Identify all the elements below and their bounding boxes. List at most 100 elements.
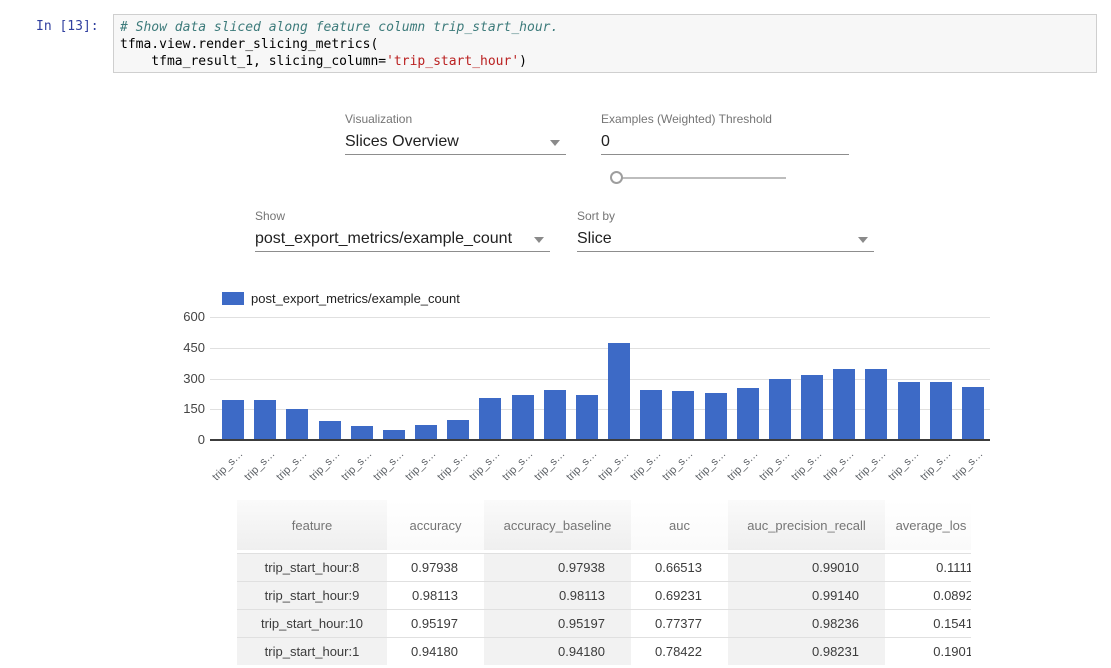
bar-11[interactable] <box>576 395 598 439</box>
bar-17[interactable] <box>769 379 791 439</box>
bar-1[interactable] <box>254 400 276 439</box>
metric-cell: 0.98113 <box>484 581 631 609</box>
metric-cell: 0.99140 <box>728 581 885 609</box>
slider-handle[interactable] <box>610 171 623 184</box>
feature-cell: trip_start_hour:10 <box>237 609 387 637</box>
table-row: trip_start_hour:80.979380.979380.665130.… <box>237 553 971 581</box>
code-comment-line: # Show data sliced along feature column … <box>120 19 1090 36</box>
bar-9[interactable] <box>512 395 534 439</box>
metric-cell: 0.98113 <box>387 581 484 609</box>
column-header-feature: feature <box>237 500 387 550</box>
bar-chart-plot-area: trip_s…trip_s…trip_s…trip_s…trip_s…trip_… <box>210 317 990 440</box>
cell-execution-prompt: In [13]: <box>36 19 99 34</box>
metric-cell: 0.77377 <box>631 609 728 637</box>
bar-6[interactable] <box>415 425 437 439</box>
code-cell-input[interactable]: # Show data sliced along feature column … <box>113 14 1097 73</box>
metric-cell: 0.94180 <box>387 637 484 665</box>
y-tick-label-600: 600 <box>155 309 205 324</box>
table-row: trip_start_hour:10.941800.941800.784220.… <box>237 637 971 665</box>
column-header-auc_precision_recall: auc_precision_recall <box>728 500 885 550</box>
visualization-dropdown[interactable]: Slices Overview <box>345 131 566 155</box>
metric-cell: 0.1111 <box>885 553 971 581</box>
x-axis-line <box>210 439 990 441</box>
y-tick-label-300: 300 <box>155 371 205 386</box>
feature-cell: trip_start_hour:9 <box>237 581 387 609</box>
column-header-auc: auc <box>631 500 728 550</box>
metric-cell: 0.0892 <box>885 581 971 609</box>
slider-track[interactable] <box>612 177 786 179</box>
metric-cell: 0.94180 <box>484 637 631 665</box>
bar-4[interactable] <box>351 426 373 439</box>
show-selected-value: post_export_metrics/example_count <box>255 228 550 250</box>
metrics-table-container: featureaccuracyaccuracy_baselineaucauc_p… <box>237 500 971 668</box>
column-header-accuracy_baseline: accuracy_baseline <box>484 500 631 550</box>
bar-18[interactable] <box>801 375 823 439</box>
legend-series-label: post_export_metrics/example_count <box>251 291 460 306</box>
code-line-3-suffix: ) <box>519 54 527 69</box>
bar-22[interactable] <box>930 382 952 439</box>
column-header-average_los: average_los <box>885 500 971 550</box>
show-control: Show post_export_metrics/example_count <box>255 209 550 252</box>
visualization-selected-value: Slices Overview <box>345 131 566 153</box>
gridline-600 <box>210 317 990 318</box>
bar-19[interactable] <box>833 369 855 439</box>
metric-cell: 0.98236 <box>728 609 885 637</box>
threshold-value: 0 <box>601 131 849 153</box>
bar-0[interactable] <box>222 400 244 439</box>
bar-7[interactable] <box>447 420 469 439</box>
visualization-control: Visualization Slices Overview <box>345 112 566 155</box>
bar-2[interactable] <box>286 409 308 439</box>
y-tick-label-150: 150 <box>155 401 205 416</box>
table-header-row: featureaccuracyaccuracy_baselineaucauc_p… <box>237 500 971 550</box>
bar-12[interactable] <box>608 343 630 439</box>
metric-cell: 0.1901 <box>885 637 971 665</box>
bar-5[interactable] <box>383 430 405 439</box>
metric-cell: 0.66513 <box>631 553 728 581</box>
gridline-450 <box>210 348 990 349</box>
feature-cell: trip_start_hour:1 <box>237 637 387 665</box>
bar-14[interactable] <box>672 391 694 439</box>
metric-cell: 0.97938 <box>484 553 631 581</box>
sort-by-label: Sort by <box>577 209 874 225</box>
code-line-3: tfma_result_1, slicing_column='trip_star… <box>120 53 1090 70</box>
metric-cell: 0.97938 <box>387 553 484 581</box>
threshold-label: Examples (Weighted) Threshold <box>601 112 849 128</box>
sort-by-dropdown[interactable]: Slice <box>577 228 874 252</box>
show-label: Show <box>255 209 550 225</box>
bar-15[interactable] <box>705 393 727 439</box>
threshold-control: Examples (Weighted) Threshold 0 <box>601 112 849 155</box>
bar-10[interactable] <box>544 390 566 439</box>
threshold-slider[interactable] <box>610 171 786 184</box>
bar-8[interactable] <box>479 398 501 439</box>
visualization-label: Visualization <box>345 112 566 128</box>
chevron-down-icon <box>858 237 868 243</box>
notebook-output-page: In [13]: # Show data sliced along featur… <box>0 0 1111 668</box>
sort-by-control: Sort by Slice <box>577 209 874 252</box>
bar-21[interactable] <box>898 382 920 439</box>
bar-3[interactable] <box>319 421 341 439</box>
bar-20[interactable] <box>865 369 887 439</box>
metric-cell: 0.98231 <box>728 637 885 665</box>
bar-13[interactable] <box>640 390 662 439</box>
metric-cell: 0.78422 <box>631 637 728 665</box>
metric-cell: 0.1541 <box>885 609 971 637</box>
metric-cell: 0.95197 <box>484 609 631 637</box>
y-tick-label-450: 450 <box>155 340 205 355</box>
code-line-2: tfma.view.render_slicing_metrics( <box>120 36 1090 53</box>
chevron-down-icon <box>550 140 560 146</box>
feature-cell: trip_start_hour:8 <box>237 553 387 581</box>
threshold-input[interactable]: 0 <box>601 131 849 155</box>
y-tick-label-0: 0 <box>155 432 205 447</box>
bar-16[interactable] <box>737 388 759 439</box>
table-row: trip_start_hour:90.981130.981130.692310.… <box>237 581 971 609</box>
code-line-3-prefix: tfma_result_1, slicing_column= <box>120 54 386 69</box>
metric-cell: 0.99010 <box>728 553 885 581</box>
legend-color-swatch <box>222 292 244 305</box>
metric-cell: 0.95197 <box>387 609 484 637</box>
table-row: trip_start_hour:100.951970.951970.773770… <box>237 609 971 637</box>
show-dropdown[interactable]: post_export_metrics/example_count <box>255 228 550 252</box>
bar-23[interactable] <box>962 387 984 439</box>
metric-cell: 0.69231 <box>631 581 728 609</box>
chevron-down-icon <box>534 237 544 243</box>
sort-by-selected-value: Slice <box>577 228 874 250</box>
